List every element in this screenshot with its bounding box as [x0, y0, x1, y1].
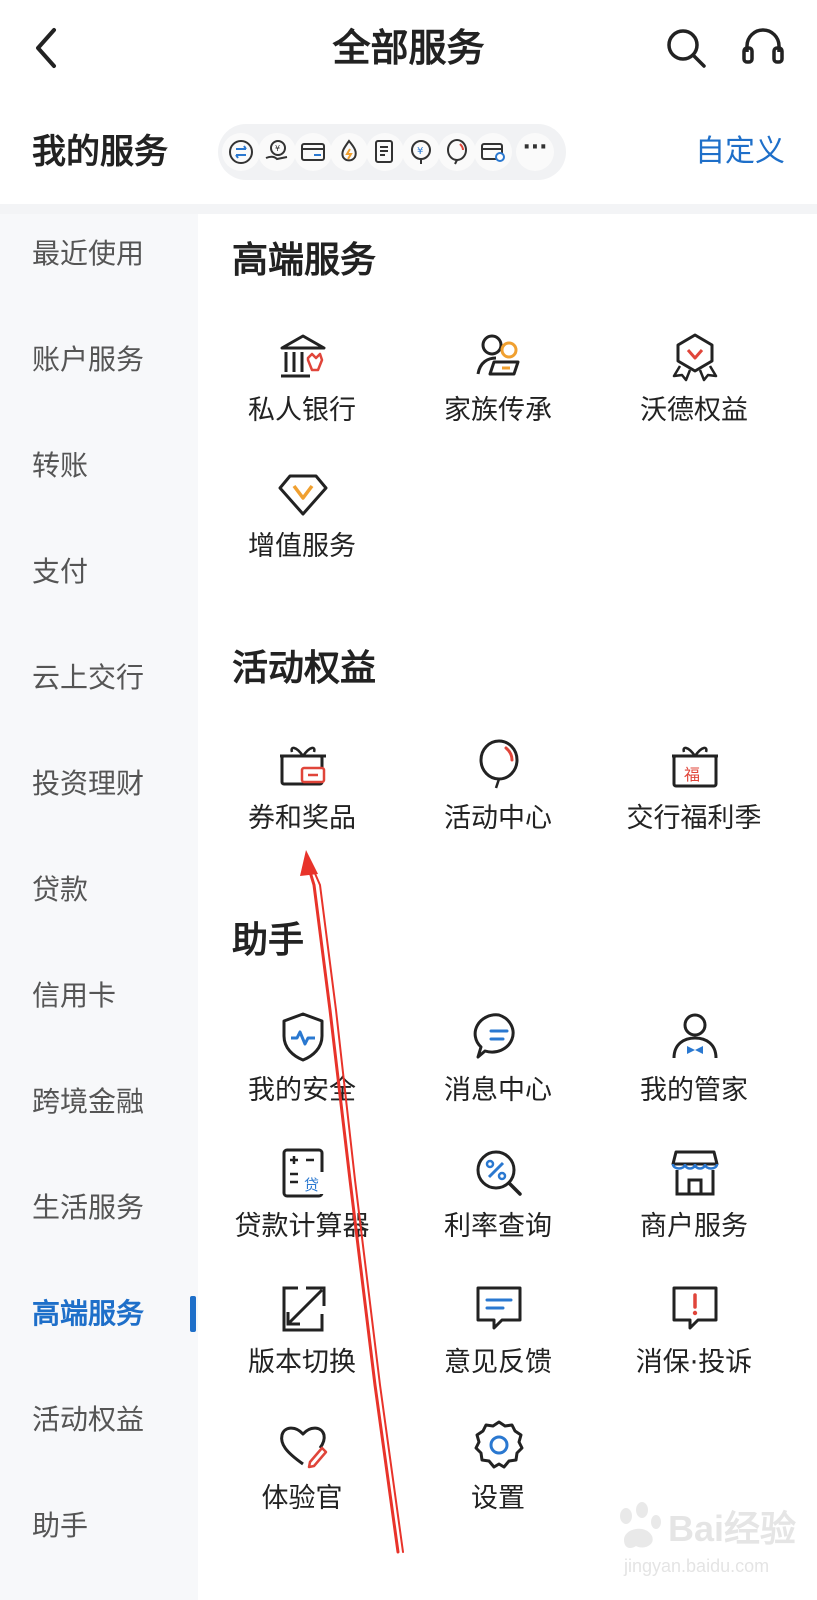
search-icon[interactable] [662, 24, 710, 72]
gear-icon [474, 1420, 524, 1469]
tile-feedback[interactable]: 意见反馈 [398, 1282, 598, 1402]
tile-rate-query[interactable]: 利率查询 [398, 1146, 598, 1266]
sidebar-item-recent[interactable]: 最近使用 [0, 224, 198, 284]
svg-text:贷: 贷 [304, 1176, 319, 1194]
yuan-tree-icon[interactable]: ¥ [402, 133, 440, 171]
wealth-hand-icon[interactable]: ¥ [258, 133, 296, 171]
tile-loan-calculator[interactable]: 贷 贷款计算器 [202, 1146, 402, 1266]
svg-text:¥: ¥ [417, 146, 423, 157]
sidebar-item-transfer[interactable]: 转账 [0, 436, 198, 496]
my-services-title: 我的服务 [32, 132, 168, 172]
tile-experience-officer[interactable]: 体验官 [202, 1418, 402, 1538]
headset-icon[interactable] [738, 24, 788, 72]
expand-icon [282, 1286, 326, 1332]
customize-link[interactable]: 自定义 [695, 128, 785, 176]
tile-family-inheritance[interactable]: 家族传承 [398, 330, 598, 450]
tile-version-switch[interactable]: 版本切换 [202, 1282, 402, 1402]
paw-icon [620, 1502, 661, 1548]
sidebar-item-account[interactable]: 账户服务 [0, 330, 198, 390]
my-services-row: 我的服务 ¥ ¥ ··· 自定义 [0, 108, 817, 198]
watermark-url: jingyan.baidu.com [624, 1556, 770, 1576]
tile-value-added[interactable]: 增值服务 [202, 466, 402, 586]
balloon-icon[interactable] [438, 133, 476, 171]
document-icon[interactable] [366, 133, 404, 171]
top-nav-bar: 全部服务 [0, 0, 817, 100]
tile-merchant-service[interactable]: 商户服务 [594, 1146, 794, 1266]
tile-coupons-prizes[interactable]: 券和奖品 [202, 738, 402, 858]
tile-private-bank[interactable]: 私人银行 [202, 330, 402, 450]
family-icon [476, 334, 520, 376]
section-title-assistant: 助手 [232, 920, 305, 961]
sidebar-item-assistant[interactable]: 助手 [0, 1496, 198, 1556]
sidebar-item-payment[interactable]: 支付 [0, 542, 198, 602]
sidebar-item-cloud[interactable]: 云上交行 [0, 648, 198, 708]
balloon-icon [479, 739, 519, 789]
svg-text:¥: ¥ [275, 144, 280, 153]
tile-welfare-season[interactable]: 福 交行福利季 [594, 738, 794, 858]
card-icon[interactable] [294, 133, 332, 171]
percent-search-icon [476, 1150, 522, 1196]
private-bank-icon [280, 334, 326, 378]
sidebar-item-life[interactable]: 生活服务 [0, 1178, 198, 1238]
tile-my-security[interactable]: 我的安全 [202, 1010, 402, 1130]
badge-icon [672, 333, 718, 382]
shield-icon [282, 1012, 324, 1062]
sidebar-item-investment[interactable]: 投资理财 [0, 754, 198, 814]
heart-pen-icon [280, 1426, 328, 1469]
card-link-icon[interactable] [474, 133, 512, 171]
tile-message-center[interactable]: 消息中心 [398, 1010, 598, 1130]
tile-consumer-complaint[interactable]: 消保·投诉 [594, 1282, 794, 1402]
tile-settings[interactable]: 设置 [398, 1418, 598, 1538]
butler-icon [672, 1013, 718, 1059]
gift-coupon-icon [280, 746, 326, 786]
baidu-jingyan-watermark: Bai经验 jingyan.baidu.com [612, 1498, 812, 1592]
section-title-premium: 高端服务 [232, 240, 377, 281]
sidebar-item-promotions[interactable]: 活动权益 [0, 1390, 198, 1450]
service-grid: 高端服务 私人银行 家族传承 沃德权益 增值服务 活动权益 券和奖品 活动中心 … [198, 214, 817, 1600]
store-icon [671, 1150, 719, 1196]
sidebar-item-credit-card[interactable]: 信用卡 [0, 966, 198, 1026]
chat-bubble-icon [473, 1013, 515, 1059]
gift-box-fu-icon: 福 [672, 746, 718, 788]
category-sidebar: 最近使用 账户服务 转账 支付 云上交行 投资理财 贷款 信用卡 跨境金融 生活… [0, 214, 198, 1600]
sidebar-item-loan[interactable]: 贷款 [0, 860, 198, 920]
calculator-icon: 贷 [282, 1148, 324, 1198]
diamond-icon [278, 474, 328, 516]
tile-wode-benefits[interactable]: 沃德权益 [594, 330, 794, 450]
more-shortcuts-icon[interactable]: ··· [516, 133, 554, 171]
exchange-icon[interactable] [222, 133, 260, 171]
svg-text:福: 福 [684, 765, 700, 784]
flame-icon[interactable] [330, 133, 368, 171]
complaint-icon [672, 1286, 718, 1330]
watermark-brand: Bai经验 [668, 1508, 797, 1549]
sidebar-item-premium[interactable]: 高端服务 [0, 1284, 198, 1344]
feedback-icon [476, 1286, 522, 1330]
tile-activity-center[interactable]: 活动中心 [398, 738, 598, 858]
section-title-promotions: 活动权益 [232, 648, 377, 689]
section-divider [0, 204, 817, 214]
active-indicator [190, 1296, 196, 1332]
tile-my-butler[interactable]: 我的管家 [594, 1010, 794, 1130]
my-services-shortcuts[interactable]: ¥ ¥ ··· [218, 124, 566, 180]
sidebar-item-cross-border[interactable]: 跨境金融 [0, 1072, 198, 1132]
